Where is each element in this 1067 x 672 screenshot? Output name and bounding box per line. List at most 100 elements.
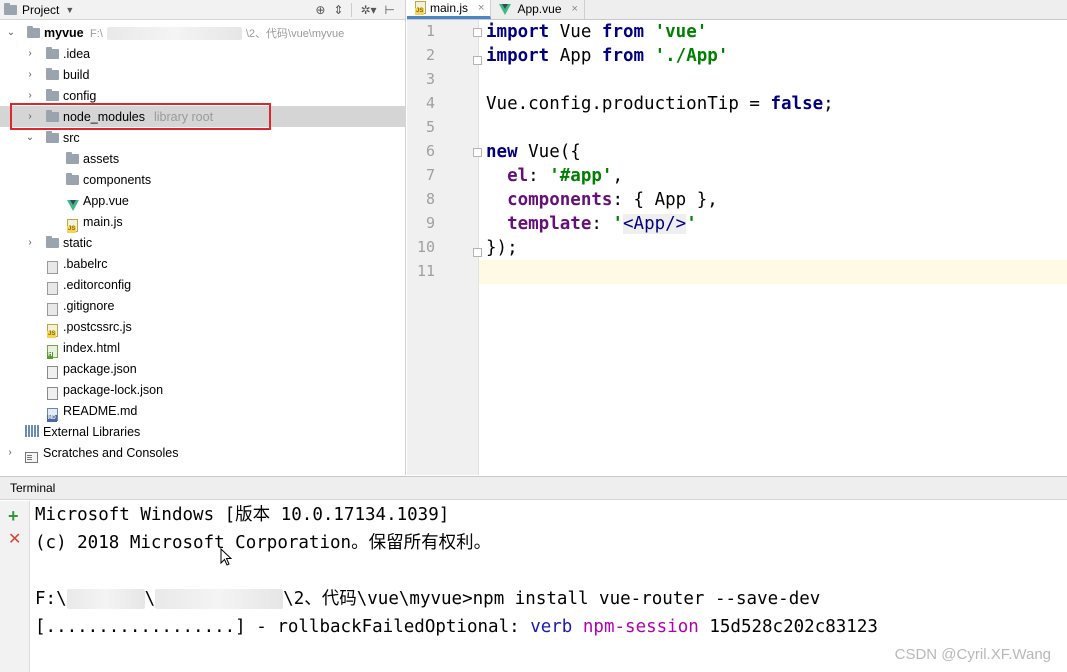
chevron-right-icon[interactable]: › [25,69,35,80]
tree-item-assets[interactable]: assets [0,148,406,169]
folder-icon [66,173,79,185]
terminal-header: Terminal [0,477,1067,500]
tree-item-build[interactable]: › build [0,64,406,85]
chevron-down-icon[interactable]: ▼ [65,5,74,15]
js-file-icon [67,219,78,233]
tree-item-label: .editorconfig [63,277,132,292]
tree-item-external-libraries[interactable]: External Libraries [0,421,406,442]
line-number: 9 [425,214,435,232]
chevron-down-icon[interactable]: ⌄ [25,132,35,143]
code-line-7: el: '#app', [507,166,623,186]
mouse-cursor-icon [220,548,233,566]
line-number: 5 [425,118,435,136]
tree-item-label: README.md [63,403,138,418]
tree-item-idea[interactable]: › .idea [0,43,406,64]
project-header: Project ▼ ⊕ ⇕ ✲▾ ⊢ [0,0,405,20]
tab-label: App.vue [517,2,562,16]
line-number: 4 [425,94,435,112]
editor-tab-bar: main.js × App.vue × [407,0,1067,20]
chevron-right-icon[interactable]: › [25,90,35,101]
code-area[interactable]: import Vue from 'vue' import App from '.… [480,20,1067,475]
code-line-8: components: { App }, [507,190,718,210]
chevron-right-icon[interactable]: › [5,447,15,458]
tree-item-label: assets [83,151,120,166]
close-icon[interactable]: × [478,2,484,14]
tree-item-label: components [83,172,152,187]
tree-item-package-lock-json[interactable]: package-lock.json [0,379,406,400]
terminal-line: Microsoft Windows [版本 10.0.17134.1039] [35,505,450,525]
line-number: 8 [425,190,435,208]
tree-item-myvue[interactable]: ⌄ myvue F:\ \2、代码\vue\myvue [0,22,406,43]
terminal-toolbar: + ✕ [0,501,30,672]
project-panel: Project ▼ ⊕ ⇕ ✲▾ ⊢ ⌄ myvue F:\ \2、代码\vue\… [0,0,406,475]
json-file-icon [47,366,58,379]
line-number: 2 [425,46,435,64]
blurred-region [66,589,145,609]
tree-item-index-html[interactable]: index.html [0,337,406,359]
tree-item-label: .idea [63,46,91,61]
tree-item-label: Scratches and Consoles [43,445,179,460]
md-file-icon [47,408,58,422]
folder-icon [46,131,59,143]
folder-icon [66,152,79,164]
js-file-icon [47,324,58,338]
chevron-right-icon[interactable]: › [25,237,35,248]
file-icon [47,261,58,274]
code-line-6: new Vue({ [486,142,581,162]
tree-item-app-vue[interactable]: App.vue [0,190,406,211]
tree-item-label: package.json [63,361,137,376]
project-title: Project [22,2,60,17]
tree-item-label: index.html [63,340,120,355]
tree-item-label: myvue [44,25,84,40]
module-folder-icon [27,26,40,38]
tree-item-components[interactable]: components [0,169,406,190]
project-view-selector[interactable]: Project ▼ [4,2,74,17]
vue-file-icon [67,200,79,211]
close-icon[interactable]: ✕ [8,531,21,549]
chevron-down-icon[interactable]: ⌄ [6,27,16,38]
target-icon[interactable]: ⊕ [315,3,325,17]
code-line-1: import Vue from 'vue' [486,22,708,42]
highlight-annotation-box [10,103,271,130]
terminal-line: [..................] - rollbackFailedOpt… [35,617,878,637]
tree-item-path: F:\ \2、代码\vue\myvue [90,27,345,41]
tree-item-label: .gitignore [63,298,115,313]
tree-item-label: main.js [83,214,123,229]
tree-item-label: build [63,67,90,82]
tab-label: main.js [430,0,469,15]
line-number: 1 [425,22,435,40]
tree-item-src[interactable]: ⌄ src [0,127,406,148]
tree-item-readme[interactable]: README.md [0,400,406,422]
terminal-line: (c) 2018 Microsoft Corporation。保留所有权利。 [35,533,492,553]
tree-item-babelrc[interactable]: .babelrc [0,253,406,274]
blurred-region [155,589,284,609]
header-divider [351,3,353,17]
tree-item-gitignore[interactable]: .gitignore [0,295,406,316]
tree-item-static[interactable]: › static [0,232,406,253]
tree-item-scratches[interactable]: › Scratches and Consoles [0,442,406,463]
tree-item-editorconfig[interactable]: .editorconfig [0,274,406,295]
tree-item-postcssrc[interactable]: .postcssrc.js [0,316,406,338]
line-number-gutter: 1 2 3 4 5 6 7 8 9 10 11 [407,20,482,475]
tree-item-label: External Libraries [43,424,141,439]
libraries-icon [25,425,39,437]
chevron-right-icon[interactable]: › [25,48,35,59]
code-editor: main.js × App.vue × 1 2 3 4 5 6 7 8 9 10… [407,0,1067,475]
terminal-title: Terminal [10,481,56,495]
file-icon [47,303,58,316]
terminal-panel: Terminal + ✕ Microsoft Windows [版本 10.0.… [0,476,1067,672]
folder-icon [46,68,59,80]
tab-app-vue[interactable]: App.vue × [491,0,585,19]
collapse-icon[interactable]: ⇕ [333,3,343,17]
tree-item-package-json[interactable]: package.json [0,358,406,379]
gear-icon[interactable]: ✲▾ [360,3,376,17]
close-icon[interactable]: × [572,3,578,15]
tree-item-label: .babelrc [63,256,108,271]
code-line-2: import App from './App' [486,46,729,66]
project-icon [4,2,17,15]
tab-main-js[interactable]: main.js × [407,0,492,19]
blurred-region [106,27,242,41]
tree-item-main-js[interactable]: main.js [0,211,406,233]
hide-icon[interactable]: ⊢ [385,3,395,17]
add-icon[interactable]: + [8,507,19,525]
